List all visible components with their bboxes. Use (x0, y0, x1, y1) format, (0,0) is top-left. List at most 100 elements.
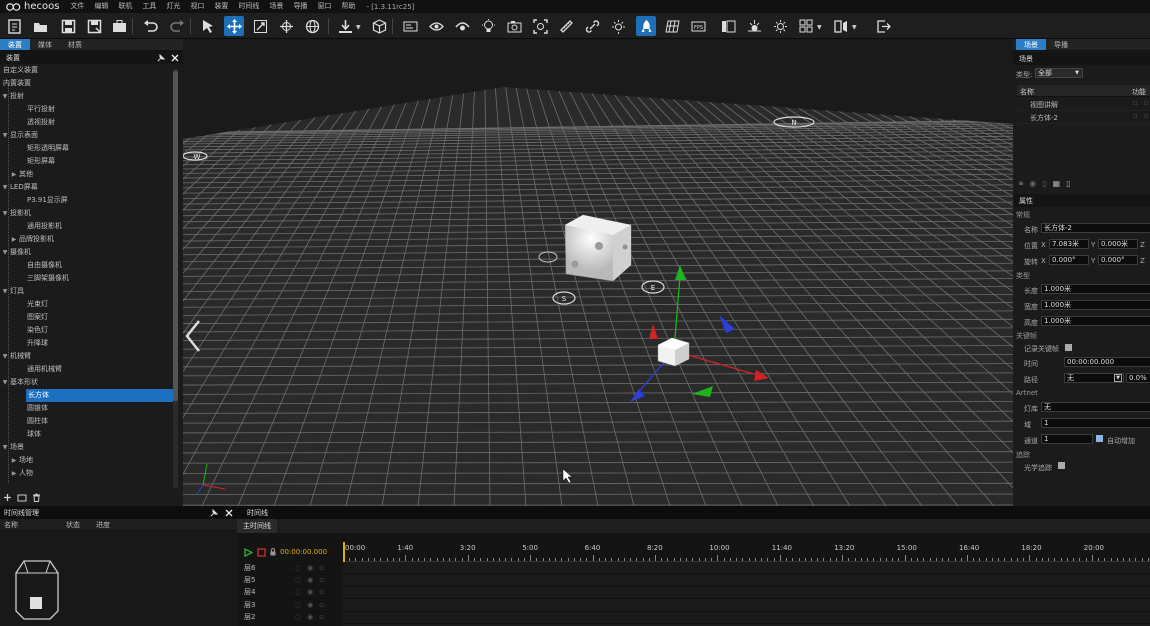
visibility-icon[interactable]: ◌ (295, 564, 301, 572)
height-input[interactable]: 1.000米 (1041, 316, 1150, 326)
grid-icon[interactable]: ▦ (1053, 179, 1061, 188)
tree-item[interactable]: 透视投射 (0, 116, 183, 129)
tree-item[interactable]: ▼ 场景 (0, 441, 183, 454)
timeline-thumbnail-icon[interactable] (14, 559, 60, 621)
tree-item[interactable]: ▼ 基本形状 (0, 376, 183, 389)
tree-item[interactable]: 图案灯 (0, 311, 183, 324)
edit-frame-icon[interactable] (17, 493, 27, 502)
delete-icon[interactable] (32, 493, 41, 502)
tree-item[interactable]: 圆锥体 (0, 402, 183, 415)
tree-item[interactable]: 平行投射 (0, 103, 183, 116)
caret-down-icon[interactable]: ▼ (0, 207, 10, 220)
tree-scrollbar[interactable] (173, 69, 178, 489)
grid-layer-button[interactable] (662, 16, 682, 36)
pin-icon[interactable] (157, 53, 165, 62)
eye-icon[interactable]: ◉ (307, 576, 313, 584)
scale-tool-button[interactable] (250, 16, 270, 36)
tab-left-2[interactable]: 材质 (60, 39, 90, 50)
eye-icon[interactable]: ◉ (307, 613, 313, 621)
type-filter-select[interactable]: 全部 ▼ (1035, 68, 1083, 78)
undo-button[interactable] (140, 16, 160, 36)
caret-down-icon[interactable]: ▼ (0, 441, 10, 454)
menu-item-5[interactable]: 视口 (185, 0, 209, 13)
world-button[interactable] (302, 16, 322, 36)
lock-icon[interactable]: 🔒︎ (1019, 178, 1023, 188)
splat-button[interactable] (744, 16, 764, 36)
tree-item[interactable]: 矩形透明屏幕 (0, 142, 183, 155)
tree-item[interactable]: P3.91显示屏 (0, 194, 183, 207)
caret-down-icon[interactable]: ▼ (0, 181, 10, 194)
select-arrow-button[interactable] (198, 16, 218, 36)
layout-button[interactable] (796, 16, 816, 36)
tree-item[interactable]: 自由摄像机 (0, 259, 183, 272)
tree-item[interactable]: 球体 (0, 428, 183, 441)
add-icon[interactable] (3, 493, 12, 502)
move-tool-button[interactable] (224, 16, 244, 36)
lock-icon[interactable]: ▫ (319, 588, 324, 596)
tab-left-1[interactable]: 媒体 (30, 39, 60, 50)
tree-item[interactable]: ▶ 其他 (0, 168, 183, 181)
caret-down-icon[interactable]: ▼ (0, 246, 10, 259)
fps-button[interactable]: FPS (688, 16, 708, 36)
visibility-icon[interactable]: ◌ (295, 613, 301, 621)
menu-item-8[interactable]: 场景 (264, 0, 288, 13)
split-view-button[interactable] (831, 16, 851, 36)
layer-track[interactable] (343, 562, 1150, 575)
weather-button[interactable] (770, 16, 790, 36)
menu-item-9[interactable]: 导播 (288, 0, 312, 13)
save-as-button[interactable] (84, 16, 104, 36)
record-keyframe-checkbox[interactable] (1065, 344, 1072, 351)
new-file-button[interactable] (4, 16, 24, 36)
scene-item[interactable]: 长方体-2 ▫ ▫ (1017, 111, 1150, 124)
chevron-down-icon[interactable]: ▼ (356, 24, 361, 31)
channel-input[interactable]: 1 (1041, 434, 1093, 444)
caret-down-icon[interactable]: ▼ (0, 285, 10, 298)
eye-icon[interactable]: ◉ (307, 601, 313, 609)
link-button[interactable] (582, 16, 602, 36)
visibility-icon[interactable]: ◌ (295, 576, 301, 584)
caret-down-icon[interactable]: ▼ (0, 376, 10, 389)
tree-item[interactable]: 升降球 (0, 337, 183, 350)
lock-icon[interactable]: ▫ (1133, 99, 1138, 107)
tree-item[interactable]: ▼ 摄像机 (0, 246, 183, 259)
menu-item-11[interactable]: 帮助 (336, 0, 360, 13)
position-x-input[interactable]: 7.083米 (1049, 239, 1089, 249)
lock-icon[interactable]: ▫ (1144, 112, 1149, 120)
length-input[interactable]: 1.000米 (1041, 284, 1150, 294)
layer-row[interactable]: 层3 ◌ ◉ ▫ (237, 599, 343, 612)
eye-icon[interactable]: ◉ (307, 564, 313, 572)
tree-item[interactable]: 矩形屏幕 (0, 155, 183, 168)
lock-icon[interactable]: ▫ (319, 613, 324, 621)
stop-icon[interactable] (257, 547, 266, 557)
cube-button[interactable] (369, 16, 389, 36)
eye-mask-button[interactable] (452, 16, 472, 36)
caret-down-icon[interactable]: ▼ (0, 350, 10, 363)
tree-item[interactable]: 三脚架摄像机 (0, 272, 183, 285)
tree-item[interactable]: ▼ LED屏幕 (0, 181, 183, 194)
lock-icon[interactable]: ▫ (319, 564, 324, 572)
render-panel-button[interactable] (718, 16, 738, 36)
redo-button[interactable] (167, 16, 187, 36)
main-timeline-tab[interactable]: 主时间线 (237, 519, 277, 533)
exit-button[interactable] (873, 16, 893, 36)
width-input[interactable]: 1.000米 (1041, 300, 1150, 310)
tree-item[interactable]: ▶ 场地 (0, 454, 183, 467)
tab-left-0[interactable]: 装置 (0, 39, 30, 50)
path-percent-input[interactable]: 0.0% (1126, 373, 1150, 383)
eye-button[interactable] (426, 16, 446, 36)
collapse-left-arrow-icon[interactable] (183, 319, 203, 353)
layer-row[interactable]: 层5 ◌ ◉ ▫ (237, 574, 343, 587)
tree-item[interactable]: 长方体 (26, 389, 174, 402)
lock-icon[interactable]: ▫ (1144, 99, 1149, 107)
menu-item-4[interactable]: 灯光 (161, 0, 185, 13)
lock-icon[interactable] (270, 548, 276, 556)
menu-item-1[interactable]: 编辑 (89, 0, 113, 13)
tree-item[interactable]: 内置装置 (0, 77, 183, 90)
visibility-icon[interactable]: ◌ (295, 588, 301, 596)
layer-track[interactable] (343, 611, 1150, 624)
chevron-down-icon[interactable]: ▼ (817, 24, 822, 31)
tree-item[interactable]: 通用机械臂 (0, 363, 183, 376)
ruler-button[interactable] (556, 16, 576, 36)
layer-row[interactable]: 层2 ◌ ◉ ▫ (237, 612, 343, 624)
position-y-input[interactable]: 0.000米 (1098, 239, 1138, 249)
